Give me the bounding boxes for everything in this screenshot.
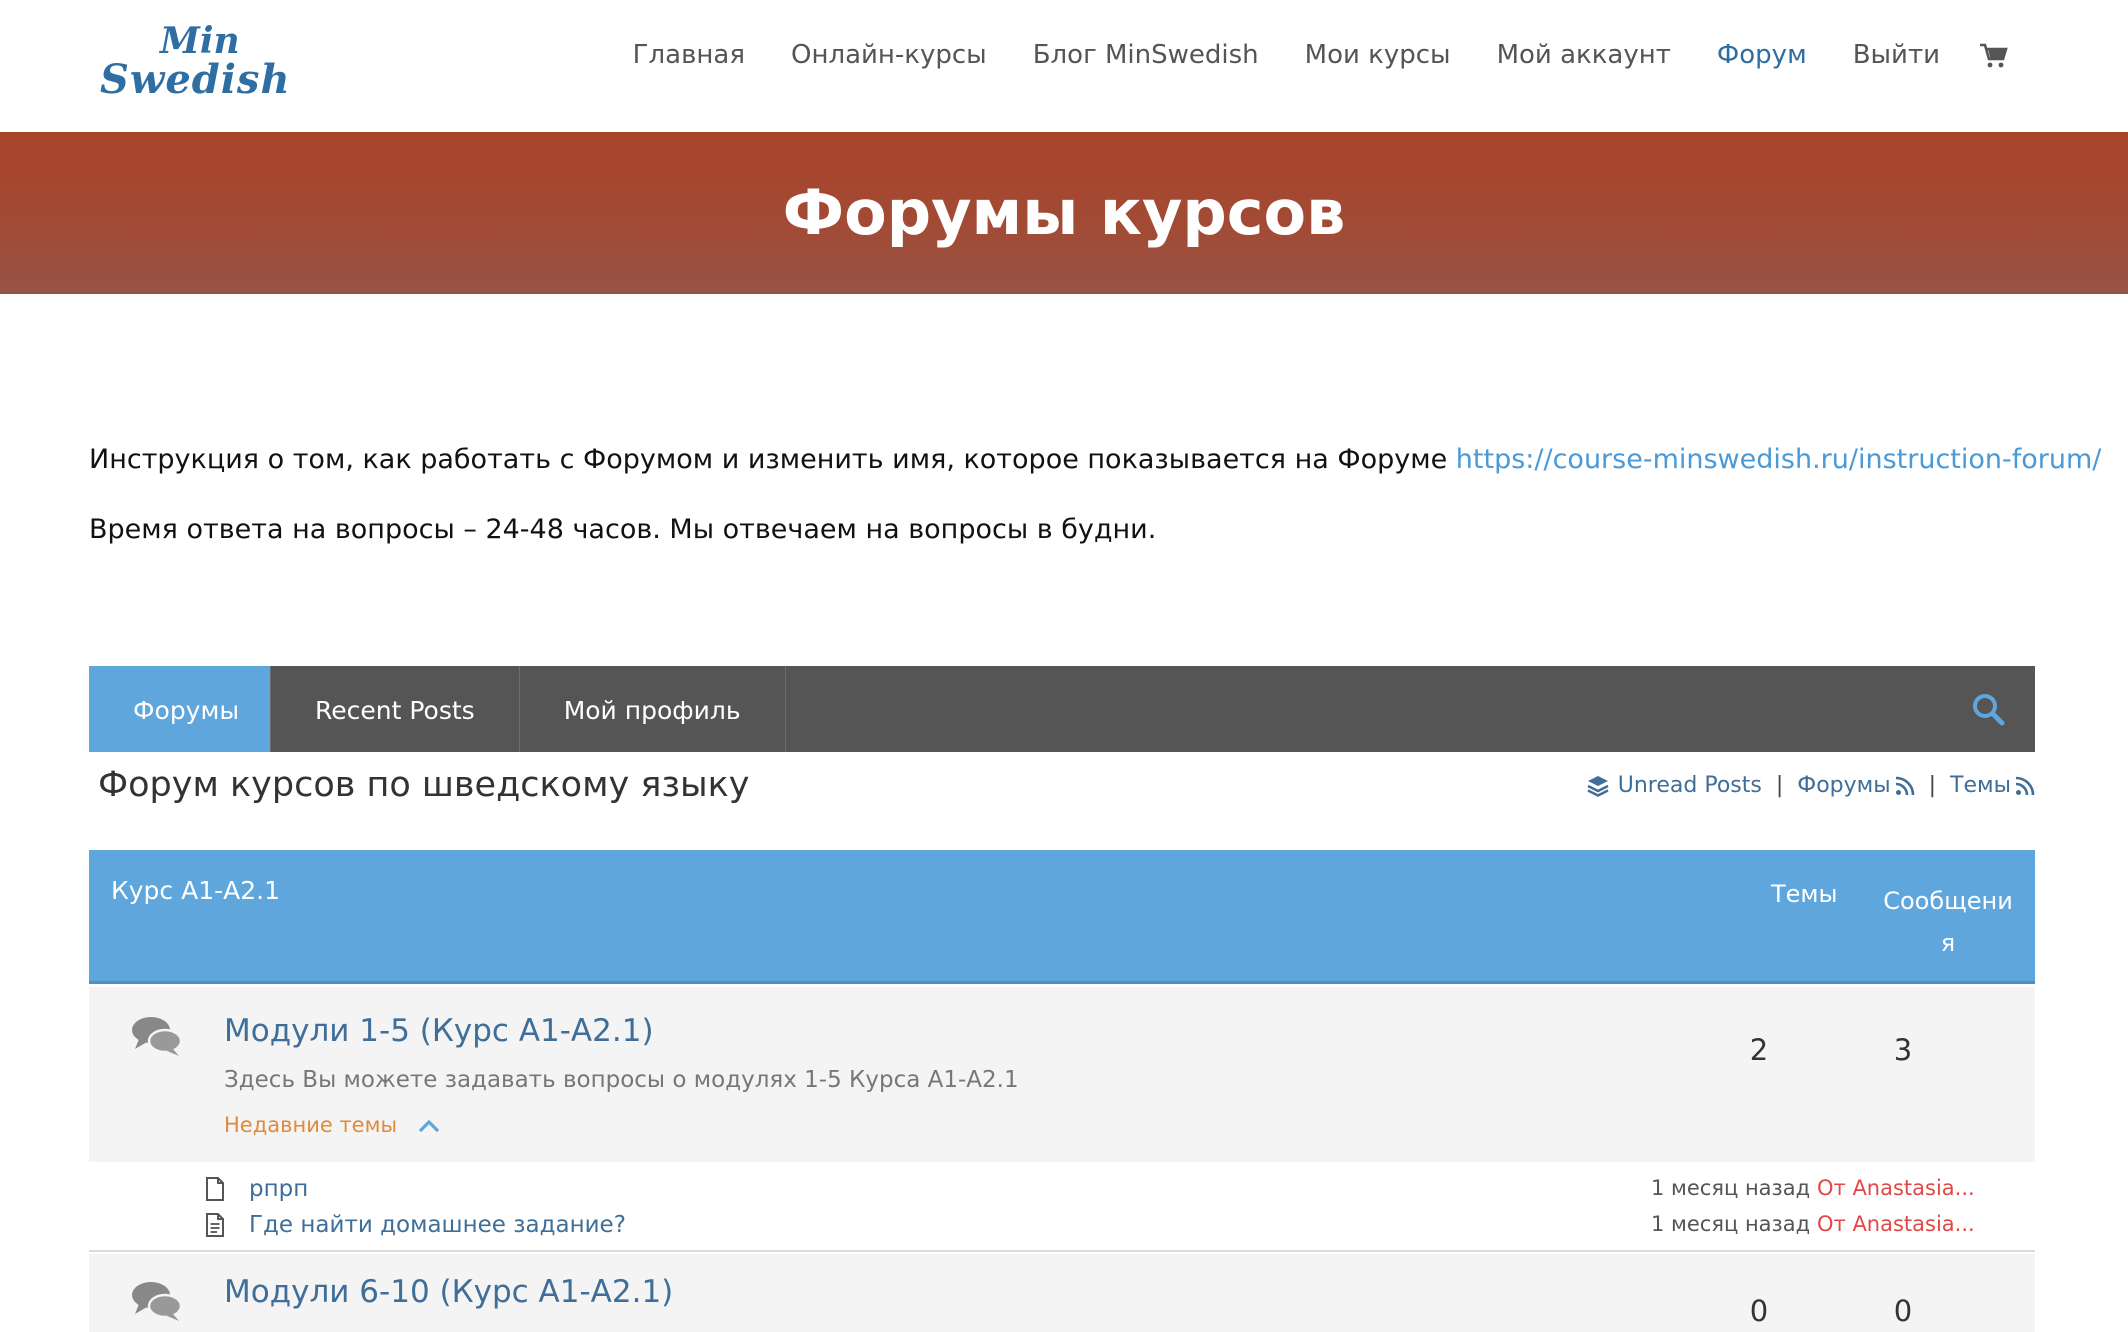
list-item: рпрп <box>205 1174 308 1204</box>
feed-links: Unread Posts | Форумы | Темы <box>1586 773 2035 798</box>
site-logo[interactable]: Min Swedish <box>100 20 290 103</box>
rss-icon[interactable] <box>2015 776 2035 796</box>
page-title: Форумы курсов <box>782 176 1346 249</box>
nav-home[interactable]: Главная <box>633 40 745 70</box>
forum-section-title: Форум курсов по шведскому языку <box>98 765 750 805</box>
forum-posts-count: 0 <box>1893 1294 1913 1328</box>
tab-forums[interactable]: Форумы <box>89 666 271 752</box>
chevron-up-icon[interactable] <box>418 1119 440 1133</box>
logo-line-2: Swedish <box>100 56 291 103</box>
response-time-text: Время ответа на вопросы – 24-48 часов. М… <box>89 514 1157 545</box>
course-name[interactable]: Курс А1-А2.1 <box>111 876 280 905</box>
tab-recent-posts[interactable]: Recent Posts <box>271 666 520 752</box>
topic-time: 1 месяц назад <box>1651 1176 1811 1200</box>
nav-my-courses[interactable]: Мои курсы <box>1305 40 1451 70</box>
main-nav: Главная Онлайн-курсы Блог MinSwedish Мои… <box>587 40 2008 70</box>
forum-title-link[interactable]: Модули 1-5 (Курс А1-А2.1) <box>224 1013 654 1049</box>
nav-blog[interactable]: Блог MinSwedish <box>1033 40 1259 70</box>
recent-topics-list: рпрп 1 месяц назад От Anastasia... Где н… <box>89 1162 2035 1252</box>
forum-row: Модули 6-10 (Курс А1-А2.1) 0 0 <box>89 1254 2035 1332</box>
site-header: Min Swedish Главная Онлайн-курсы Блог Mi… <box>0 0 2128 132</box>
forums-feed-link[interactable]: Форумы <box>1797 773 1890 798</box>
column-posts-line1: Сообщени <box>1883 887 2013 915</box>
search-icon[interactable] <box>1971 692 2005 726</box>
nav-online-courses[interactable]: Онлайн-курсы <box>791 40 987 70</box>
topic-link[interactable]: рпрп <box>249 1176 308 1202</box>
layers-icon <box>1587 775 1609 797</box>
rss-icon[interactable] <box>1895 776 1915 796</box>
topics-feed-link[interactable]: Темы <box>1950 773 2011 798</box>
instruction-link[interactable]: https://course-minswedish.ru/instruction… <box>1456 444 2102 475</box>
page-banner: Форумы курсов <box>0 132 2128 294</box>
forum-topics-count: 0 <box>1749 1294 1769 1328</box>
instruction-paragraph: Инструкция о том, как работать с Форумом… <box>89 444 2101 475</box>
recent-topics-toggle[interactable]: Недавние темы <box>224 1113 440 1137</box>
instruction-text: Инструкция о том, как работать с Форумом… <box>89 444 1456 475</box>
nav-forum[interactable]: Форум <box>1717 40 1807 70</box>
forum-posts-count: 3 <box>1893 1033 1913 1067</box>
cart-icon[interactable] <box>1978 40 2008 70</box>
file-text-icon <box>206 1213 224 1237</box>
list-item: Где найти домашнее задание? <box>205 1210 626 1240</box>
forum-topics-count: 2 <box>1749 1033 1769 1067</box>
forum-title-link[interactable]: Модули 6-10 (Курс А1-А2.1) <box>224 1274 673 1310</box>
file-icon <box>206 1177 224 1201</box>
topic-author-link[interactable]: От Anastasia... <box>1817 1176 1975 1200</box>
topic-author-link[interactable]: От Anastasia... <box>1817 1212 1975 1236</box>
nav-logout[interactable]: Выйти <box>1853 40 1940 70</box>
tab-my-profile[interactable]: Мой профиль <box>520 666 786 752</box>
topic-link[interactable]: Где найти домашнее задание? <box>249 1212 626 1238</box>
column-posts-line2: я <box>1940 929 1956 957</box>
recent-topics-label: Недавние темы <box>224 1113 398 1137</box>
nav-my-account[interactable]: Мой аккаунт <box>1497 40 1671 70</box>
forum-row: Модули 1-5 (Курс А1-А2.1) Здесь Вы может… <box>89 987 2035 1162</box>
forum-tab-bar: Форумы Recent Posts Мой профиль <box>89 666 2035 752</box>
unread-posts-link[interactable]: Unread Posts <box>1618 773 1762 798</box>
feed-separator: | <box>1928 773 1937 798</box>
comments-icon <box>132 1282 183 1321</box>
course-category-header: Курс А1-А2.1 Темы Сообщени я <box>89 850 2035 984</box>
forum-description: Здесь Вы можете задавать вопросы о модул… <box>224 1067 1019 1093</box>
column-topics: Темы <box>1771 880 1838 908</box>
column-posts: Сообщени я <box>1883 880 2013 964</box>
comments-icon <box>132 1017 183 1056</box>
feed-separator: | <box>1775 773 1784 798</box>
topic-time: 1 месяц назад <box>1651 1212 1811 1236</box>
